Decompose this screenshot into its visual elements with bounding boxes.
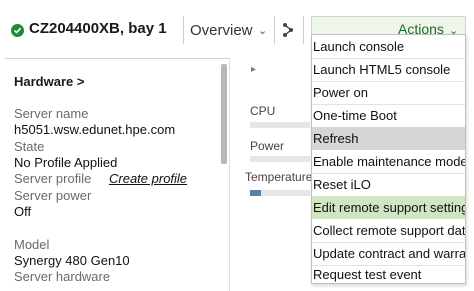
field-label: State [14,139,45,154]
power-label: Power [250,139,285,153]
menu-item-update-contract-and-warranty[interactable]: Update contract and warranty [312,242,465,265]
field-label: Server profile [14,171,92,186]
cpu-label: CPU [250,104,276,118]
header-divider [303,16,304,44]
cpu-bar [250,122,310,128]
header-divider [274,16,275,44]
state-value: No Profile Applied [14,155,118,170]
chevron-down-icon[interactable]: ⌄ [258,24,267,37]
hardware-section-link[interactable]: Hardware > [14,74,84,89]
menu-item-edit-remote-support-settings[interactable]: Edit remote support settings [312,196,465,219]
status-ok-icon [11,24,24,37]
menu-item-launch-console[interactable]: Launch console [312,35,465,58]
menu-item-launch-html5-console[interactable]: Launch HTML5 console [312,58,465,81]
temperature-bar-fill [250,190,261,196]
menu-item-request-test-event[interactable]: Request test event [312,263,465,286]
header-divider [183,16,184,44]
scrollbar-thumb[interactable] [221,64,227,164]
temperature-label: Temperature [245,170,313,184]
menu-item-reset-ilo[interactable]: Reset iLO [312,173,465,196]
menu-item-enable-maintenance-mode[interactable]: Enable maintenance mode [312,150,465,173]
field-label: Server hardware [14,269,111,284]
related-items-icon[interactable] [282,21,294,44]
menu-item-power-on[interactable]: Power on [312,81,465,104]
server-title: CZ204400XB, bay 1 [29,20,167,37]
field-label: Server power [14,188,92,203]
view-selector[interactable]: Overview [190,22,253,39]
chevron-right-icon[interactable]: ▸ [251,64,256,75]
menu-item-collect-remote-support-data[interactable]: Collect remote support data [312,219,465,242]
power-bar [250,156,310,162]
temperature-bar [250,190,310,196]
server-power-value: Off [14,204,32,219]
menu-item-refresh[interactable]: Refresh [312,127,465,150]
field-label: Server name [14,106,89,121]
model-value: Synergy 480 Gen10 [14,253,130,268]
create-profile-link[interactable]: Create profile [109,171,187,186]
actions-menu: Launch console Launch HTML5 console Powe… [311,34,466,284]
server-name-value: h5051.wsw.edunet.hpe.com [14,122,176,137]
field-label: Model [14,237,50,252]
menu-item-one-time-boot[interactable]: One-time Boot [312,104,465,127]
